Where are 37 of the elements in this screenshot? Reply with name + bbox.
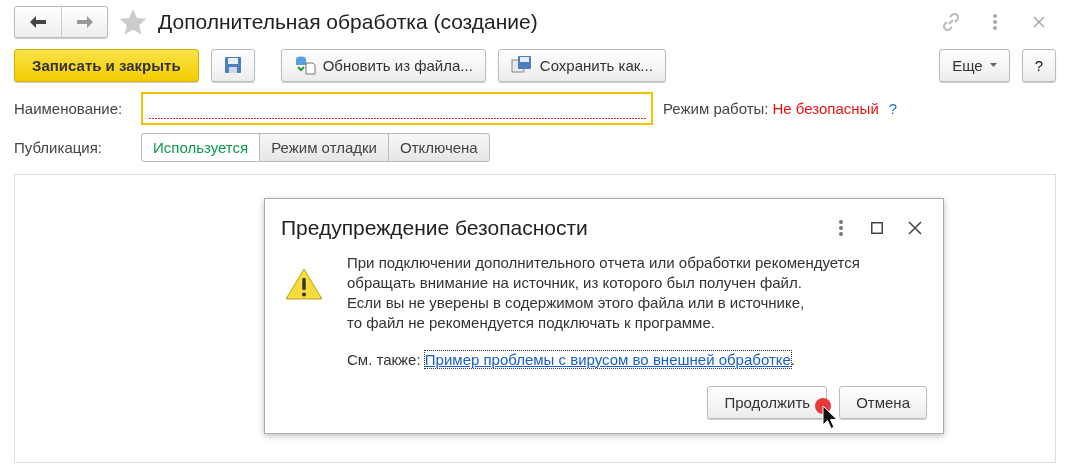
file-update-icon — [293, 55, 316, 75]
save-as-button[interactable]: Сохранить как... — [497, 48, 666, 82]
see-also-text: См. также: Пример проблемы с вирусом во внешней обработке. — [347, 351, 797, 368]
window-title: Дополнительная обработка (создание) — [158, 10, 539, 34]
mode-label: Режим работы: — [663, 100, 769, 117]
update-from-file-button[interactable]: Обновить из файла... — [280, 48, 486, 82]
back-arrow-icon — [29, 15, 47, 29]
maximize-icon — [871, 222, 883, 234]
mode-value: Не безопасный — [772, 100, 879, 117]
cancel-button[interactable]: Отмена — [839, 386, 927, 419]
publication-option[interactable]: Отключена — [387, 133, 490, 162]
warning-icon — [285, 267, 323, 301]
name-label: Наименование: — [14, 100, 124, 117]
warning-text-line: Если вы не уверены в содержимом этого файла или в источнике, — [347, 293, 806, 313]
name-input-field[interactable] — [141, 92, 653, 125]
close-icon — [1033, 16, 1045, 28]
publication-option[interactable]: Режим отладки — [259, 133, 389, 162]
star-icon[interactable] — [118, 8, 148, 36]
publication-option[interactable]: Используется — [141, 133, 261, 162]
warning-text-line: обращать внимание на источник, из которого был получен файл. — [347, 273, 803, 293]
forward-arrow-icon — [75, 15, 94, 29]
warning-text-line: то файл не рекомендуется подключать к программе. — [347, 313, 716, 333]
help-link[interactable]: ? — [888, 100, 898, 117]
save-as-icon — [510, 55, 533, 75]
more-icon — [839, 220, 843, 236]
save-and-close-button[interactable]: Записать и закрыть — [14, 48, 199, 82]
more-menu-button[interactable]: Еще — [939, 48, 1010, 82]
help-button[interactable]: ? — [1021, 48, 1056, 82]
dialog-title: Предупреждение безопасности — [281, 216, 589, 240]
close-icon — [908, 221, 922, 235]
publication-label: Публикация: — [14, 139, 103, 156]
warning-text-line: При подключении дополнительного отчета или обработки рекомендуется — [347, 253, 860, 273]
more-icon — [993, 14, 997, 30]
link-icon — [941, 12, 961, 32]
save-button[interactable] — [210, 48, 255, 82]
caret-icon — [989, 63, 997, 67]
virus-example-link[interactable]: Пример проблемы с вирусом во внешней обработке — [424, 351, 791, 368]
